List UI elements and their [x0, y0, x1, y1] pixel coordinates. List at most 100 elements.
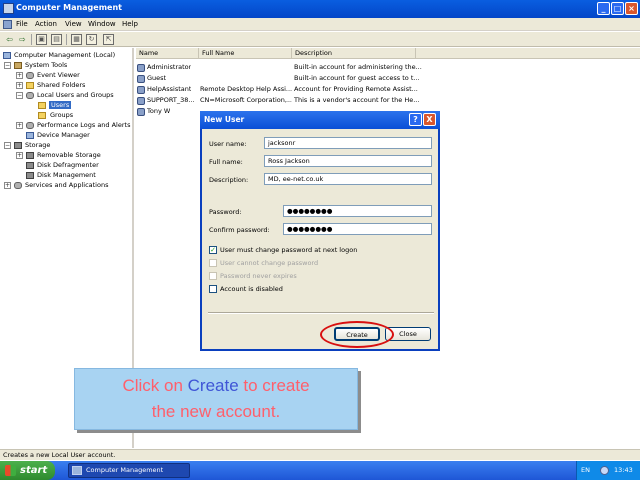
collapse-icon[interactable]: − — [4, 62, 11, 69]
system-menu-icon[interactable] — [3, 20, 12, 29]
must-change-checkbox[interactable]: ✓ — [209, 246, 217, 254]
expand-icon[interactable]: + — [16, 82, 23, 89]
menu-help[interactable]: Help — [122, 20, 138, 28]
cannot-change-checkbox — [209, 259, 217, 267]
user-full-name: Remote Desktop Help Assi... — [200, 85, 292, 93]
tray-icon[interactable] — [600, 466, 609, 475]
menu-action[interactable]: Action — [35, 20, 57, 28]
taskbar-button-label: Computer Management — [86, 466, 164, 474]
shared-folders-icon — [26, 82, 34, 89]
never-expires-label: Password never expires — [220, 272, 297, 280]
refresh-icon[interactable]: ↻ — [86, 34, 97, 45]
account-disabled-checkbox[interactable] — [209, 285, 217, 293]
user-icon — [137, 75, 145, 83]
tree-event-viewer[interactable]: Event Viewer — [37, 71, 80, 79]
collapse-icon[interactable]: − — [16, 92, 23, 99]
callout-line-2: the new account. — [151, 402, 281, 421]
tree-disk-management[interactable]: Disk Management — [37, 171, 96, 179]
disk-defragmenter-icon — [26, 162, 34, 169]
toolbar-separator — [66, 34, 67, 45]
tree-performance-logs[interactable]: Performance Logs and Alerts — [37, 121, 130, 129]
dialog-title-bar[interactable]: New User ? X — [200, 111, 440, 129]
show-tree-icon[interactable]: ▤ — [51, 34, 62, 45]
expand-icon[interactable]: + — [4, 182, 11, 189]
back-icon[interactable]: ⇦ — [4, 34, 15, 45]
language-indicator[interactable]: EN — [581, 466, 590, 474]
expand-icon[interactable]: + — [16, 122, 23, 129]
start-label: start — [20, 465, 48, 476]
window-title: Computer Management — [16, 3, 122, 12]
window-title-bar[interactable]: Computer Management _ □ × — [0, 0, 640, 18]
tree-users[interactable]: Users — [49, 101, 72, 109]
tree-local-users-groups[interactable]: Local Users and Groups — [37, 91, 114, 99]
disk-management-icon — [26, 172, 34, 179]
computer-icon — [3, 52, 11, 59]
collapse-icon[interactable]: − — [4, 142, 11, 149]
performance-logs-icon — [26, 122, 34, 129]
tree-removable-storage[interactable]: Removable Storage — [37, 151, 101, 159]
new-user-dialog: New User ? X User name: jacksonr Full na… — [200, 111, 440, 351]
tree-storage[interactable]: Storage — [25, 141, 50, 149]
up-folder-icon[interactable]: ▣ — [36, 34, 47, 45]
fullname-field[interactable]: Ross Jackson — [264, 155, 432, 167]
user-name: SUPPORT_38... — [147, 96, 195, 104]
expand-icon[interactable]: + — [16, 72, 23, 79]
folder-icon — [38, 102, 46, 109]
account-disabled-label: Account is disabled — [220, 285, 283, 293]
start-button[interactable]: start — [0, 461, 55, 480]
tree-services-applications[interactable]: Services and Applications — [25, 181, 108, 189]
column-header-name[interactable]: Name — [136, 48, 199, 59]
callout-line-1: Click on Create to create — [75, 373, 357, 399]
username-field[interactable]: jacksonr — [264, 137, 432, 149]
table-row[interactable]: HelpAssistant Remote Desktop Help Assi..… — [136, 84, 640, 95]
user-full-name: CN=Microsoft Corporation,... — [200, 96, 292, 104]
dialog-close-button[interactable]: X — [423, 113, 436, 126]
cannot-change-label: User cannot change password — [220, 259, 319, 267]
dialog-separator — [208, 312, 434, 314]
table-row[interactable]: Administrator Built-in account for admin… — [136, 62, 640, 73]
table-row[interactable]: Guest Built-in account for guest access … — [136, 73, 640, 84]
menu-file[interactable]: File — [16, 20, 28, 28]
password-field[interactable]: ●●●●●●●● — [283, 205, 432, 217]
description-field[interactable]: MD, ee-net.co.uk — [264, 173, 432, 185]
tree-shared-folders[interactable]: Shared Folders — [37, 81, 85, 89]
tree-device-manager[interactable]: Device Manager — [37, 131, 90, 139]
tree-disk-defragmenter[interactable]: Disk Defragmenter — [37, 161, 99, 169]
removable-storage-icon — [26, 152, 34, 159]
tree-groups[interactable]: Groups — [50, 111, 73, 119]
tree-root[interactable]: Computer Management (Local) — [14, 51, 115, 59]
user-icon — [137, 86, 145, 94]
fullname-label: Full name: — [209, 158, 243, 166]
menu-window[interactable]: Window — [88, 20, 116, 28]
menu-view[interactable]: View — [65, 20, 82, 28]
taskbar-button-computer-management[interactable]: Computer Management — [68, 463, 190, 478]
dialog-help-button[interactable]: ? — [409, 113, 422, 126]
maximize-button[interactable]: □ — [611, 2, 624, 15]
taskbar: start Computer Management EN 13:43 — [0, 461, 640, 480]
table-row[interactable]: SUPPORT_38... CN=Microsoft Corporation,.… — [136, 95, 640, 106]
forward-icon[interactable]: ⇨ — [17, 34, 28, 45]
expand-icon[interactable]: + — [16, 152, 23, 159]
event-viewer-icon — [26, 72, 34, 79]
callout-text: Click on — [122, 376, 188, 395]
properties-icon[interactable]: ▦ — [71, 34, 82, 45]
column-header-full-name[interactable]: Full Name — [199, 48, 292, 59]
confirm-password-field[interactable]: ●●●●●●●● — [283, 223, 432, 235]
confirm-password-label: Confirm password: — [209, 226, 270, 234]
computer-management-icon — [3, 3, 14, 14]
callout-highlight: Create — [187, 376, 239, 395]
users-groups-icon — [26, 92, 34, 99]
device-manager-icon — [26, 132, 34, 139]
computer-management-icon — [72, 466, 82, 475]
tools-icon — [14, 62, 22, 69]
user-icon — [137, 64, 145, 72]
close-button[interactable]: × — [625, 2, 638, 15]
user-description: Built-in account for administering the..… — [294, 63, 422, 71]
clock: 13:43 — [614, 466, 633, 474]
column-header-description[interactable]: Description — [292, 48, 416, 59]
tree-system-tools[interactable]: System Tools — [25, 61, 67, 69]
user-description: This is a vendor's account for the He... — [294, 96, 420, 104]
export-icon[interactable]: ⇱ — [103, 34, 114, 45]
minimize-button[interactable]: _ — [597, 2, 610, 15]
user-name: HelpAssistant — [147, 85, 192, 93]
